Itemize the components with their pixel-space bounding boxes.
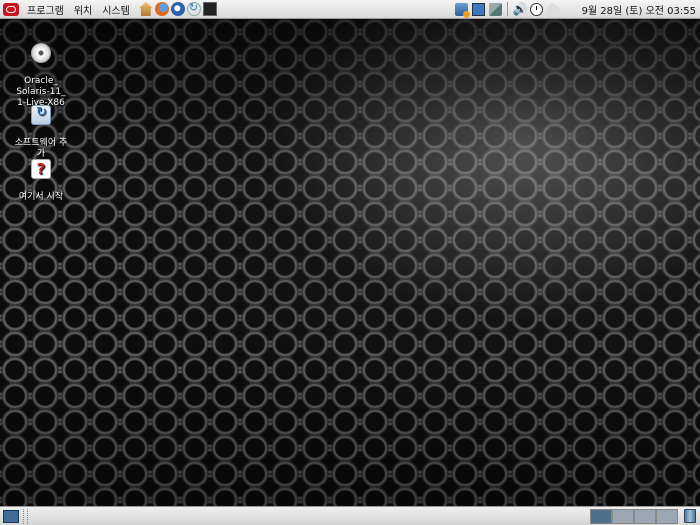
tray-separator (506, 2, 508, 16)
workspace-4[interactable] (656, 508, 678, 524)
home-icon[interactable] (138, 2, 153, 16)
thunderbird-icon[interactable] (170, 2, 185, 16)
terminal-icon[interactable] (202, 2, 217, 16)
user-switcher-icon[interactable] (546, 2, 560, 16)
workspace-switcher (590, 508, 678, 524)
workspace-1[interactable] (590, 508, 612, 524)
bottom-panel (0, 506, 700, 525)
help-icon: ? (31, 159, 51, 179)
top-panel: 프로그램 위치 시스템 🔊 9월 28일 (토) 오전 03:55 (0, 0, 700, 19)
system-tray: 🔊 (453, 2, 562, 18)
menu-places[interactable]: 위치 (72, 2, 100, 17)
show-desktop-icon[interactable] (3, 509, 19, 523)
workspace-3[interactable] (634, 508, 656, 524)
disc-icon (31, 43, 51, 63)
firefox-icon[interactable] (154, 2, 169, 16)
desktop-icon-label: 여기서 시작 (18, 192, 64, 202)
desktop-wallpaper (0, 19, 700, 506)
desktop-icon-start-here[interactable]: ? 여기서 시작 (2, 148, 80, 214)
trash-icon[interactable] (684, 509, 696, 523)
panel-handle[interactable] (23, 508, 28, 524)
workspace-2[interactable] (612, 508, 634, 524)
menu-system[interactable]: 시스템 (100, 2, 138, 17)
panel-clock[interactable]: 9월 28일 (토) 오전 03:55 (582, 2, 696, 17)
volume-icon[interactable]: 🔊 (513, 2, 528, 16)
add-software-icon (31, 105, 51, 125)
clock-icon[interactable] (529, 2, 543, 16)
network-icon[interactable] (488, 2, 502, 16)
display-icon[interactable] (471, 2, 485, 16)
oracle-logo-icon[interactable] (3, 2, 19, 16)
package-update-icon[interactable] (454, 2, 470, 18)
update-manager-icon[interactable] (186, 1, 201, 16)
menu-programs[interactable]: 프로그램 (25, 2, 72, 17)
